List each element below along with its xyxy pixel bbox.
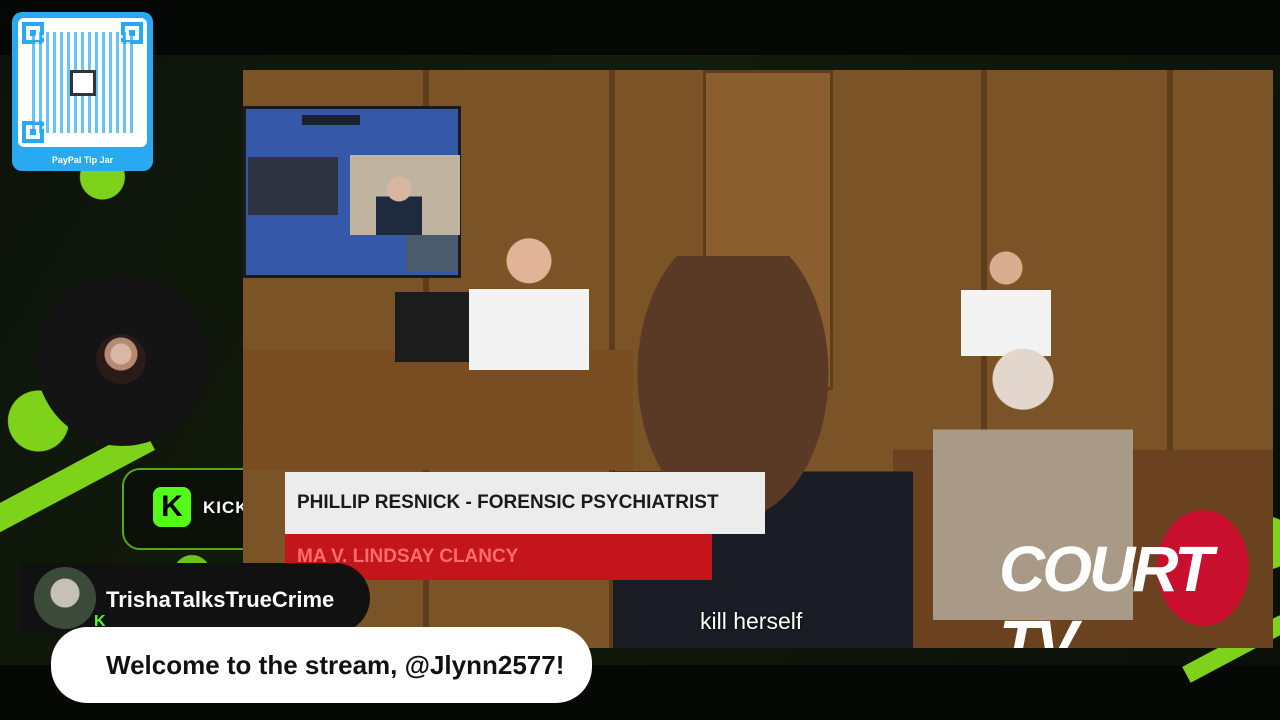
streamer-avatar xyxy=(96,334,146,384)
video-call-monitor xyxy=(243,106,461,278)
kick-label: KICK xyxy=(203,498,249,517)
courtroom-feed-window xyxy=(248,157,338,215)
pip-window xyxy=(406,235,458,271)
court-tv-logo-text: COURT TV xyxy=(999,533,1213,648)
chat-user-avatar xyxy=(34,567,96,629)
qr-center-logo xyxy=(70,70,96,96)
court-tv-logo: COURT TV xyxy=(999,508,1249,648)
attorney-at-lectern xyxy=(613,256,913,648)
kick-logo-icon: K xyxy=(153,487,191,527)
monitor-title-bar xyxy=(302,115,360,125)
closed-caption: kill herself xyxy=(700,608,803,634)
tip-jar-label: PayPal Tip Jar xyxy=(51,155,114,165)
chat-message: Welcome to the stream, @Jlynn2577! xyxy=(106,650,565,680)
chat-username: TrishaTalksTrueCrime xyxy=(106,587,335,612)
lower-third-name-bar: PHILLIP RESNICK - FORENSIC PSYCHIATRIST xyxy=(285,472,765,534)
stream-video[interactable]: PHILLIP RESNICK - FORENSIC PSYCHIATRIST … xyxy=(243,70,1273,648)
chat-user-pill: K TrishaTalksTrueCrime xyxy=(20,563,370,633)
chat-message-bubble: Welcome to the stream, @Jlynn2577! xyxy=(51,627,592,703)
court-officer xyxy=(469,230,589,370)
lower-third-name: PHILLIP RESNICK - FORENSIC PSYCHIATRIST xyxy=(297,492,719,513)
tip-jar-widget[interactable]: PayPal Tip Jar xyxy=(12,12,153,171)
qr-code[interactable] xyxy=(18,18,147,147)
witness-figure xyxy=(376,171,422,235)
